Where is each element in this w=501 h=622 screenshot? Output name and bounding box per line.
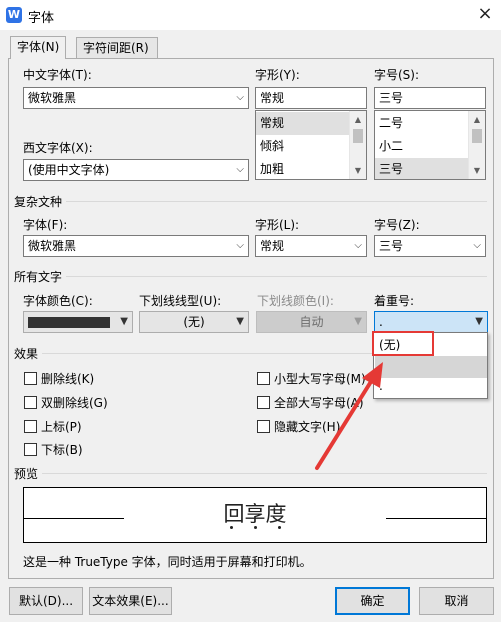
small-caps-checkbox[interactable] <box>257 372 270 385</box>
double-strikethrough-checkbox[interactable] <box>24 396 37 409</box>
subscript-checkbox[interactable] <box>24 443 37 456</box>
preview-emphasis-dot <box>230 526 233 529</box>
size-listbox[interactable]: 二号 小二 三号 ▲ ▼ <box>374 110 486 180</box>
hidden-text-checkbox[interactable] <box>257 420 270 433</box>
chinese-font-select[interactable]: 微软雅黑 ⌵ <box>23 87 249 109</box>
tab-font[interactable]: 字体(N) <box>10 36 67 59</box>
complex-font-label: 字体(F): <box>23 218 68 232</box>
preview-emphasis-dot <box>278 526 281 529</box>
chevron-down-icon: ⌵ <box>354 240 362 251</box>
chevron-down-icon: ⌵ <box>236 164 244 175</box>
all-text-section-title: 所有文字 <box>14 268 67 285</box>
app-icon: W <box>6 7 22 23</box>
underline-color-select: 自动 ▼ <box>256 311 367 333</box>
divider <box>16 473 487 474</box>
underline-style-label: 下划线线型(U): <box>139 294 222 308</box>
western-font-label: 西文字体(X): <box>23 141 93 155</box>
western-font-value: (使用中文字体) <box>28 163 110 177</box>
chevron-down-icon: ⌵ <box>236 240 244 251</box>
double-strikethrough-label: 双删除线(G) <box>41 396 108 410</box>
title-bar <box>0 0 501 30</box>
preview-section-title: 预览 <box>14 465 43 482</box>
size-scrollbar[interactable]: ▲ ▼ <box>468 111 485 179</box>
underline-style-value: (无) <box>183 315 205 329</box>
effects-section-title: 效果 <box>14 345 43 362</box>
font-type-note: 这是一种 TrueType 字体，同时适用于屏幕和打印机。 <box>23 555 312 569</box>
complex-section-title: 复杂文种 <box>14 193 67 210</box>
underline-color-label: 下划线颜色(I): <box>257 294 334 308</box>
preview-sample-text: 回享度 <box>223 502 287 526</box>
underline-style-select[interactable]: (无) ▼ <box>139 311 249 333</box>
complex-style-select[interactable]: 常规 ⌵ <box>255 235 367 257</box>
chinese-font-value: 微软雅黑 <box>28 91 77 105</box>
window-title: 字体 <box>28 11 55 26</box>
complex-style-label: 字形(L): <box>255 218 300 232</box>
preview-emphasis-dot <box>254 526 257 529</box>
complex-font-value: 微软雅黑 <box>28 239 77 253</box>
text-effects-button[interactable]: 文本效果(E)... <box>89 587 172 615</box>
annotation-arrow-icon <box>315 362 383 470</box>
complex-size-select[interactable]: 三号 ⌵ <box>374 235 486 257</box>
chinese-font-label: 中文字体(T): <box>23 68 92 82</box>
all-caps-checkbox[interactable] <box>257 396 270 409</box>
tab-character-spacing[interactable]: 字符间距(R) <box>76 37 158 59</box>
scroll-down-icon[interactable]: ▼ <box>350 162 366 179</box>
preview-box: 回享度 <box>23 487 487 543</box>
emphasis-select[interactable]: . ▼ <box>374 311 488 333</box>
default-button[interactable]: 默认(D)... <box>9 587 83 615</box>
ok-button[interactable]: 确定 <box>335 587 410 615</box>
western-font-select[interactable]: (使用中文字体) ⌵ <box>23 159 249 181</box>
superscript-label: 上标(P) <box>41 420 82 434</box>
scroll-thumb[interactable] <box>353 129 363 143</box>
cancel-button[interactable]: 取消 <box>419 587 494 615</box>
style-label: 字形(Y): <box>255 68 300 82</box>
strikethrough-checkbox[interactable] <box>24 372 37 385</box>
close-icon[interactable]: × <box>474 3 496 25</box>
font-color-label: 字体颜色(C): <box>23 294 93 308</box>
font-color-swatch <box>28 317 110 328</box>
underline-color-value: 自动 <box>299 315 324 329</box>
scroll-up-icon[interactable]: ▲ <box>350 111 366 128</box>
divider <box>16 276 487 277</box>
size-input[interactable]: 三号 <box>374 87 486 109</box>
chevron-down-icon: ▼ <box>120 316 128 327</box>
emphasis-label: 着重号: <box>374 294 415 308</box>
subscript-label: 下标(B) <box>41 443 83 457</box>
superscript-checkbox[interactable] <box>24 420 37 433</box>
chevron-down-icon: ▼ <box>236 316 244 327</box>
chevron-down-icon: ▼ <box>354 316 362 327</box>
complex-size-label: 字号(Z): <box>374 218 420 232</box>
complex-style-value: 常规 <box>260 239 285 253</box>
style-input[interactable]: 常规 <box>255 87 367 109</box>
font-color-select[interactable]: ▼ <box>23 311 133 333</box>
chevron-down-icon: ⌵ <box>236 92 244 103</box>
complex-font-select[interactable]: 微软雅黑 ⌵ <box>23 235 249 257</box>
complex-size-value: 三号 <box>379 239 404 253</box>
emphasis-value: . <box>379 315 383 329</box>
scroll-up-icon[interactable]: ▲ <box>469 111 485 128</box>
chevron-down-icon: ⌵ <box>473 240 481 251</box>
scroll-thumb[interactable] <box>472 129 482 143</box>
divider <box>16 201 487 202</box>
scroll-down-icon[interactable]: ▼ <box>469 162 485 179</box>
chevron-down-icon: ▼ <box>475 316 483 327</box>
size-label: 字号(S): <box>374 68 420 82</box>
style-listbox[interactable]: 常规 倾斜 加粗 ▲ ▼ <box>255 110 367 180</box>
strikethrough-label: 删除线(K) <box>41 372 95 386</box>
style-scrollbar[interactable]: ▲ ▼ <box>349 111 366 179</box>
